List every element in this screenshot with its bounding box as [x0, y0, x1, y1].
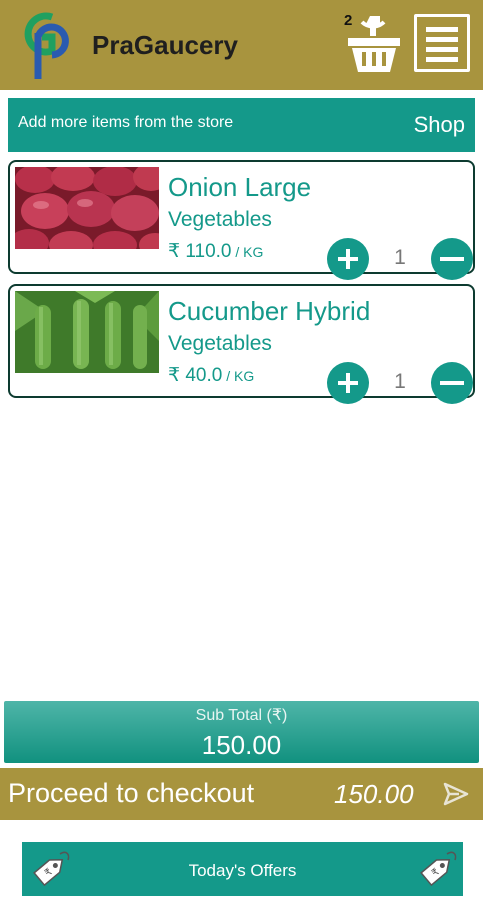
minus-icon [440, 257, 464, 261]
plus-icon [338, 249, 358, 269]
add-more-items-bar[interactable]: Add more items from the store Shop [8, 98, 475, 152]
send-icon [443, 782, 469, 806]
item-name: Onion Large [168, 172, 312, 202]
item-category: Vegetables [168, 208, 272, 231]
price-tag-icon: ₹ [420, 851, 457, 887]
increase-quantity-button[interactable] [327, 362, 369, 404]
item-price: ₹ 110.0 / KG [168, 240, 263, 263]
app-header: PraGaucery 2 [0, 0, 483, 90]
item-quantity: 1 [394, 370, 406, 393]
subtotal-panel: Sub Total (₹) 150.00 [4, 701, 479, 763]
decrease-quantity-button[interactable] [431, 238, 473, 280]
item-name: Cucumber Hybrid [168, 296, 371, 326]
todays-offers-button[interactable]: ₹ Today's Offers ₹ [22, 842, 463, 896]
cucumber-image [15, 291, 159, 373]
checkout-amount: 150.00 [334, 779, 414, 809]
minus-icon [440, 381, 464, 385]
item-price-value: ₹ 40.0 [168, 365, 223, 386]
cart-item: Cucumber Hybrid Vegetables ₹ 40.0 / KG 1 [8, 284, 475, 404]
app-title: PraGaucery [92, 30, 238, 60]
subtotal-value: 150.00 [201, 730, 282, 760]
subtotal-label: Sub Total (₹) [195, 707, 288, 724]
item-category: Vegetables [168, 332, 272, 355]
item-quantity: 1 [394, 246, 406, 269]
shop-button[interactable]: Shop [414, 112, 465, 138]
decrease-quantity-button[interactable] [431, 362, 473, 404]
proceed-to-checkout-button[interactable]: Proceed to checkout 150.00 [0, 768, 483, 820]
add-more-items-text: Add more items from the store [18, 114, 234, 131]
cart-button[interactable]: 2 [340, 12, 406, 76]
checkout-label: Proceed to checkout [8, 778, 255, 808]
shopping-basket-icon [348, 16, 400, 72]
plus-icon [338, 373, 358, 393]
cart-item: Onion Large Vegetables ₹ 110.0 / KG 1 [8, 160, 475, 280]
menu-button[interactable] [414, 14, 470, 72]
item-price-unit: / KG [231, 244, 264, 260]
item-price-value: ₹ 110.0 [168, 241, 232, 262]
onion-image [15, 167, 159, 249]
increase-quantity-button[interactable] [327, 238, 369, 280]
gp-logo-icon [22, 7, 72, 81]
todays-offers-label: Today's Offers [188, 861, 297, 880]
item-price-unit: / KG [222, 368, 255, 384]
item-price: ₹ 40.0 / KG [168, 364, 254, 387]
